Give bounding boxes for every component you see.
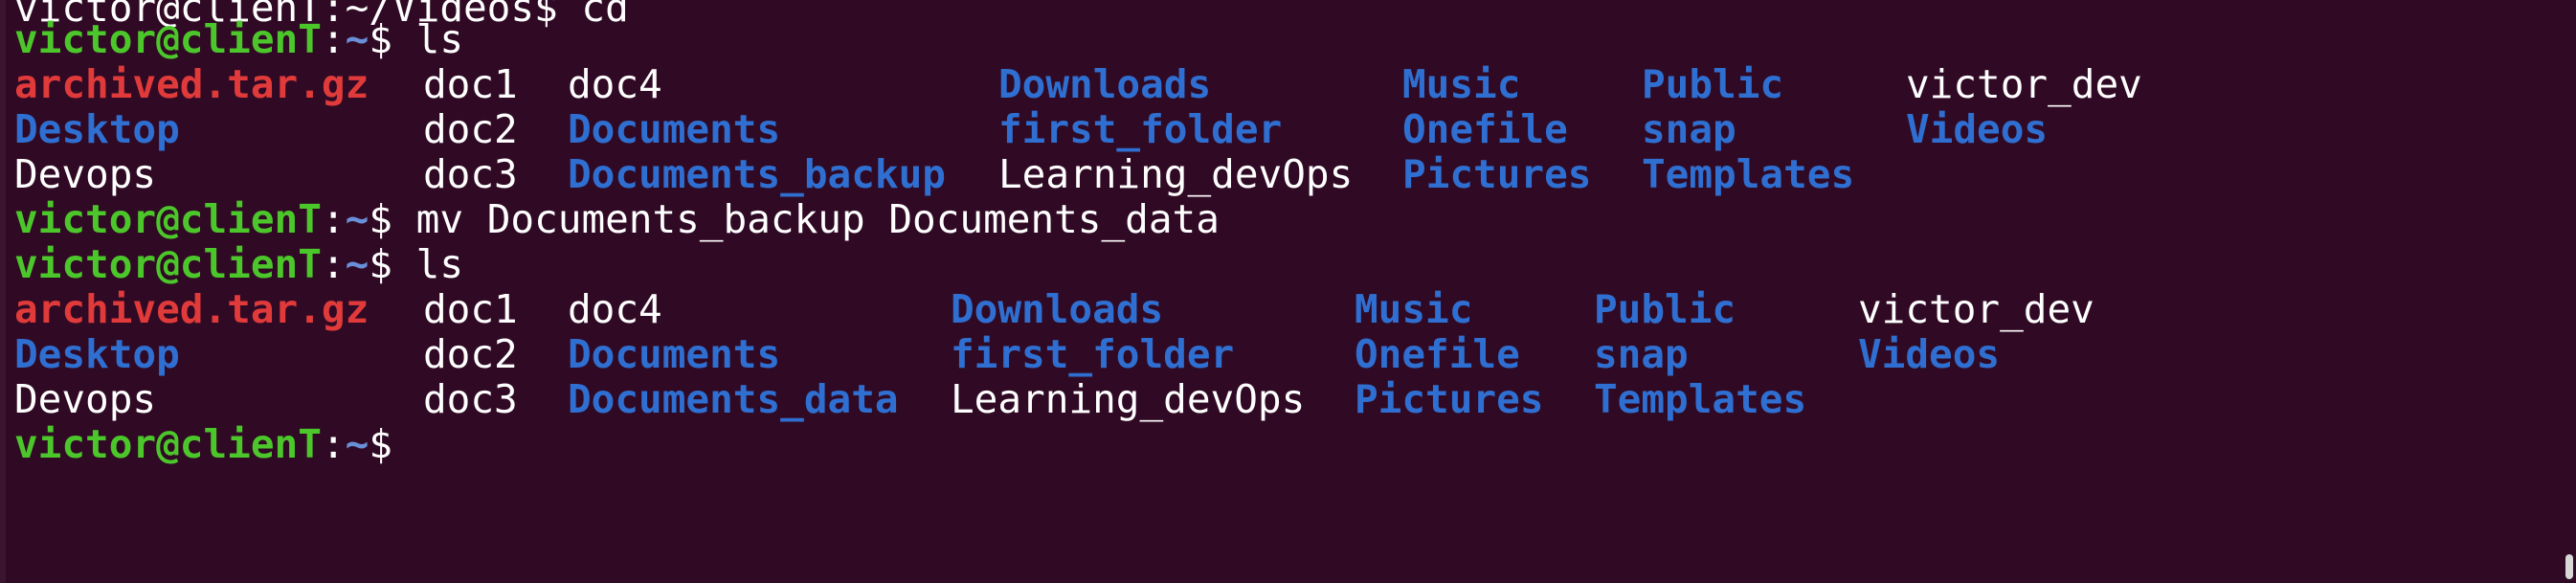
command-text: ls [392,16,464,62]
directory-entry: Music [1402,61,1521,107]
prompt-line: victor@clienT:~$ mv Documents_backup Doc… [14,197,2542,242]
file-entry: Devops [14,376,157,422]
directory-entry: Music [1355,286,1473,332]
directory-entry: Documents [568,331,781,377]
command-text: ls [392,241,464,287]
directory-entry: Templates [1594,376,1807,422]
ls-output-row: Devops doc3 Documents_data Learning_devOps P… [14,377,2542,422]
prompt-line: victor@clienT:~$ [14,422,2542,467]
vertical-scrollbar[interactable] [2563,0,2576,583]
file-entry: doc1 [423,286,518,332]
ls-output-row: archived.tar.gz doc1 doc4 Downloads Music Pub… [14,287,2542,332]
prompt-colon: : [321,196,346,242]
file-entry: doc3 [423,151,518,197]
archive-entry: archived.tar.gz [14,286,370,332]
prompt-user: victor@clienT [14,421,322,467]
directory-entry: Downloads [951,286,1164,332]
prompt-colon: : [321,241,346,287]
file-entry: Learning_devOps [951,376,1306,422]
file-entry: Devops [14,151,157,197]
prompt-colon: : [321,16,346,62]
prompt-path: ~ [345,241,370,287]
directory-entry: Desktop [14,331,180,377]
command-text: mv Documents_backup Documents_data [392,196,1220,242]
file-entry: victor_dev [1906,61,2142,107]
prompt-symbol: $ [369,16,392,62]
directory-entry: Pictures [1355,376,1544,422]
directory-entry: Videos [1906,106,2049,152]
ls-output-row: Desktop doc2 Documents first_folder Onefile s… [14,107,2542,152]
prompt-line: victor@clienT:~$ ls [14,242,2542,287]
directory-entry: snap [1642,106,1736,152]
archive-entry: archived.tar.gz [14,61,370,107]
directory-entry: Videos [1858,331,2001,377]
ls-output-row: Desktop doc2 Documents first_folder Onefile s… [14,332,2542,377]
prompt-line: victor@clienT:~$ ls [14,17,2542,62]
file-entry: Learning_devOps [998,151,1354,197]
directory-entry: Templates [1642,151,1855,197]
directory-entry: Public [1642,61,1784,107]
directory-entry: snap [1594,331,1689,377]
file-entry: doc2 [423,106,518,152]
prompt-symbol: $ [369,241,392,287]
directory-entry: Documents_backup [568,151,946,197]
ls-output-row: Devops doc3 Documents_backup Learning_devOp… [14,152,2542,197]
directory-entry: Onefile [1355,331,1520,377]
window-left-edge [0,0,6,583]
prompt-symbol: $ [369,196,392,242]
terminal-output[interactable]: victor@clienT:~/Videos$ cd victor@clienT… [14,0,2561,583]
directory-entry: Documents_data [568,376,899,422]
file-entry: doc4 [568,61,662,107]
directory-entry: first_folder [951,331,1235,377]
prompt-path: ~ [345,421,370,467]
prompt-user: victor@clienT [14,16,322,62]
prompt-colon: : [321,421,346,467]
file-entry: doc3 [423,376,518,422]
file-entry: doc1 [423,61,518,107]
directory-entry: Public [1594,286,1736,332]
ls-output-row: archived.tar.gz doc1 doc4 Downloads Music Pub… [14,62,2542,107]
file-entry: doc2 [423,331,518,377]
directory-entry: Onefile [1402,106,1568,152]
prompt-user: victor@clienT [14,241,322,287]
directory-entry: Pictures [1402,151,1592,197]
file-entry: victor_dev [1858,286,2094,332]
prompt-user: victor@clienT [14,196,322,242]
directory-entry: Downloads [998,61,1212,107]
scrollbar-thumb[interactable] [2565,554,2573,579]
prompt-path: ~ [345,196,370,242]
directory-entry: first_folder [998,106,1283,152]
directory-entry: Desktop [14,106,180,152]
prompt-path: ~ [345,16,370,62]
command-text [392,421,416,467]
prompt-symbol: $ [369,421,392,467]
directory-entry: Documents [568,106,781,152]
file-entry: doc4 [568,286,662,332]
